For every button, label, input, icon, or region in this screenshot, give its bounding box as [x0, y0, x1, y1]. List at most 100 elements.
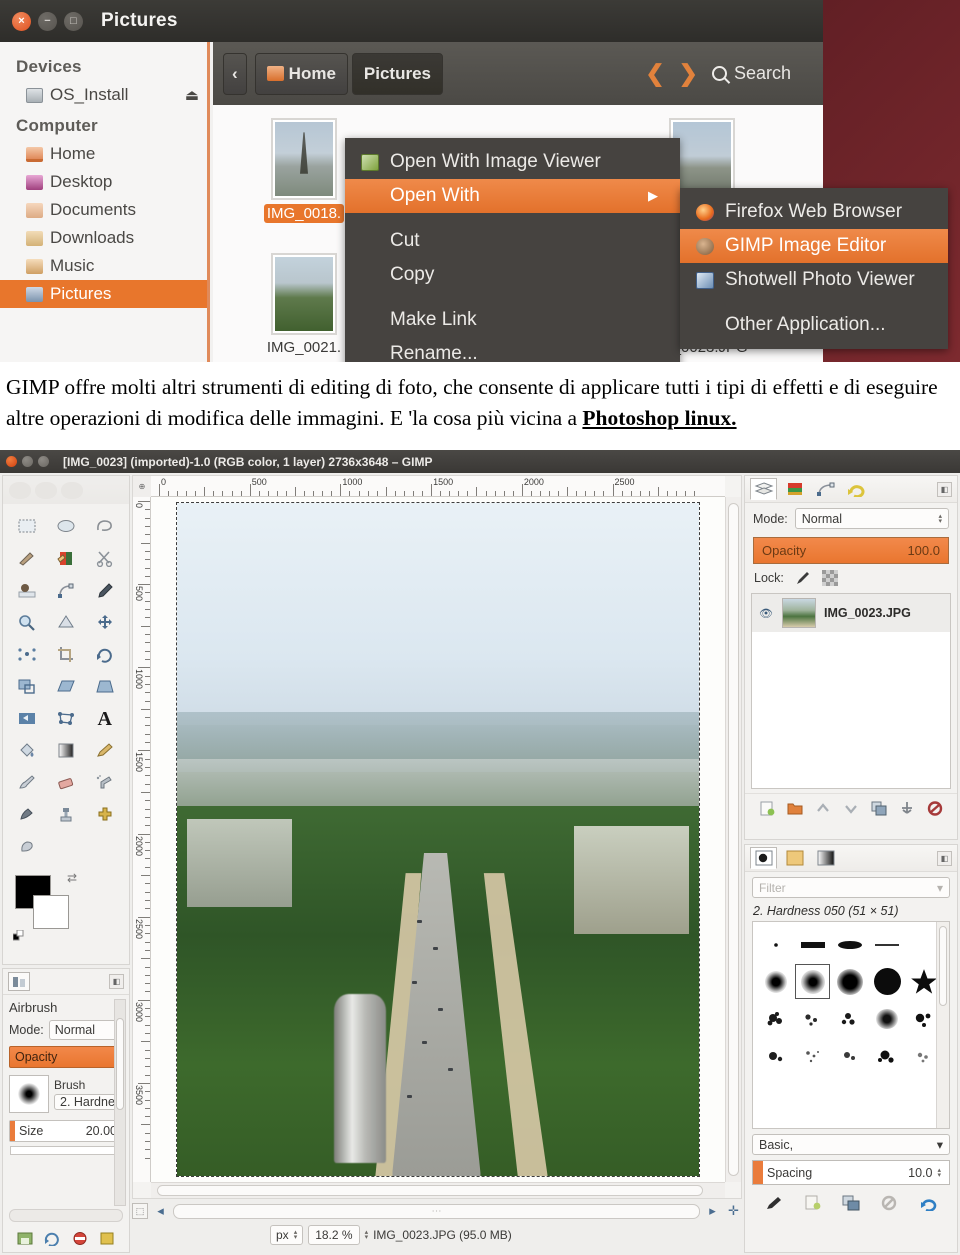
brush-grid[interactable] — [752, 921, 950, 1129]
duplicate-layer-icon[interactable] — [869, 799, 889, 817]
search-button[interactable]: Search — [711, 63, 791, 84]
brush-spacing-slider[interactable]: Spacing 10.0 ▴ ▾ — [752, 1160, 950, 1185]
select-by-color-icon[interactable] — [49, 545, 84, 572]
brushes-tab-icon[interactable] — [750, 847, 777, 869]
submenu-item-gimp[interactable]: GIMP Image Editor — [680, 229, 948, 263]
menu-item-rename[interactable]: Rename... — [345, 337, 680, 362]
shear-icon[interactable] — [49, 673, 84, 700]
dock-menu-icon[interactable]: ◧ — [937, 850, 952, 866]
forward-icon[interactable]: ❯ — [679, 60, 698, 87]
size-slider[interactable]: Size 20.00 — [9, 1120, 123, 1142]
brush-item[interactable] — [796, 1002, 829, 1035]
zoom-value[interactable]: 18.2 % — [308, 1225, 360, 1245]
brush-item[interactable] — [833, 1039, 866, 1072]
dock-menu-icon[interactable]: ◧ — [109, 974, 124, 989]
toolbox-tab-icon[interactable] — [9, 481, 31, 499]
brush-item[interactable] — [759, 1002, 792, 1035]
menu-item-open-with[interactable]: Open With ▶ — [345, 179, 680, 213]
lock-pixels-icon[interactable] — [795, 570, 811, 586]
color-picker-icon[interactable] — [87, 577, 122, 604]
new-layer-icon[interactable] — [757, 799, 777, 817]
layer-mode-select[interactable]: Normal ▴ ▾ — [794, 508, 949, 529]
brush-item[interactable] — [796, 928, 829, 961]
layers-tab-icon[interactable] — [750, 478, 777, 500]
refresh-brushes-icon[interactable] — [918, 1194, 938, 1212]
fuzzy-select-icon[interactable] — [10, 545, 45, 572]
zoom-icon[interactable] — [10, 609, 45, 636]
brush-item[interactable] — [871, 928, 904, 961]
menu-item-make-link[interactable]: Make Link — [345, 303, 680, 337]
gradient-icon[interactable] — [49, 737, 84, 764]
chevron-down-icon[interactable]: ▾ — [937, 881, 943, 895]
photoshop-linux-link[interactable]: Photoshop linux. — [582, 406, 736, 430]
tool-options-hscrollbar[interactable] — [9, 1209, 123, 1222]
move-icon[interactable] — [87, 609, 122, 636]
close-button[interactable] — [6, 456, 17, 467]
anchor-layer-icon[interactable] — [897, 799, 917, 817]
alignment-icon[interactable] — [10, 641, 45, 668]
sidebar-item-desktop[interactable]: Desktop — [0, 168, 207, 196]
mode-select[interactable]: Normal — [48, 1020, 123, 1040]
scale-icon[interactable] — [10, 673, 45, 700]
sidebar-item-home[interactable]: Home — [0, 140, 207, 168]
canvas-area[interactable] — [151, 497, 725, 1182]
brush-item[interactable] — [796, 1039, 829, 1072]
restore-tool-options-icon[interactable] — [41, 1228, 63, 1248]
paths-icon[interactable] — [49, 577, 84, 604]
vertical-ruler[interactable]: 0 500 1000 1500 2000 2500 3000 3500 — [133, 497, 151, 1182]
opacity-slider[interactable]: Opacity — [9, 1046, 123, 1068]
lock-alpha-icon[interactable] — [821, 570, 838, 586]
eject-icon[interactable]: ⏏ — [185, 86, 199, 104]
delete-tool-options-icon[interactable] — [69, 1228, 91, 1248]
window-controls[interactable]: × − □ — [12, 11, 83, 31]
sidebar-item-music[interactable]: Music — [0, 252, 207, 280]
scroll-left-icon[interactable]: ◂ — [152, 1203, 169, 1220]
patterns-tab-icon[interactable] — [781, 847, 808, 869]
back-icon[interactable]: ❮ — [645, 60, 664, 87]
airbrush-icon[interactable] — [87, 769, 122, 796]
perspective-icon[interactable] — [87, 673, 122, 700]
brush-item[interactable] — [871, 1039, 904, 1072]
file-item[interactable]: IMG_0018. — [263, 118, 345, 223]
heal-icon[interactable] — [87, 801, 122, 828]
menu-item-cut[interactable]: Cut — [345, 224, 680, 258]
tool-options-tab-icon[interactable] — [8, 972, 30, 991]
background-color-swatch[interactable] — [33, 895, 69, 929]
ink-icon[interactable] — [10, 801, 45, 828]
image-canvas[interactable] — [176, 502, 700, 1177]
minimize-button[interactable]: − — [38, 11, 57, 31]
ruler-origin-button[interactable]: ⊕ — [133, 476, 151, 497]
brush-preview-icon[interactable] — [9, 1075, 49, 1113]
clone-icon[interactable] — [49, 801, 84, 828]
save-tool-options-icon[interactable] — [14, 1228, 36, 1248]
brush-grid-scrollbar[interactable] — [936, 922, 949, 1128]
unit-selector[interactable]: px ▴ ▾ — [270, 1225, 304, 1245]
tool-options-scrollbar[interactable] — [114, 999, 126, 1206]
reset-colors-icon[interactable] — [12, 929, 25, 941]
status-scrollbar[interactable]: ⋯ — [173, 1203, 700, 1219]
brush-item[interactable] — [833, 1002, 866, 1035]
layer-opacity-slider[interactable]: Opacity 100.0 — [753, 537, 949, 564]
duplicate-brush-icon[interactable] — [841, 1194, 861, 1212]
eraser-icon[interactable] — [49, 769, 84, 796]
maximize-button[interactable] — [38, 456, 49, 467]
text-icon[interactable]: A — [87, 705, 122, 732]
menu-item-open-with-image-viewer[interactable]: Open With Image Viewer — [345, 145, 680, 179]
brush-select[interactable]: 2. Hardne — [54, 1094, 123, 1110]
cage-transform-icon[interactable] — [49, 705, 84, 732]
brush-item[interactable] — [833, 928, 866, 961]
sidebar-item-downloads[interactable]: Downloads — [0, 224, 207, 252]
chevron-down-icon[interactable]: ▾ — [937, 1137, 943, 1152]
crop-icon[interactable] — [49, 641, 84, 668]
channels-tab-icon[interactable] — [781, 478, 808, 500]
edit-brush-icon[interactable] — [764, 1194, 784, 1212]
canvas-horizontal-scrollbar[interactable] — [151, 1182, 725, 1198]
delete-layer-icon[interactable] — [925, 799, 945, 817]
breadcrumb-home[interactable]: Home — [254, 52, 348, 95]
brush-item[interactable] — [759, 965, 792, 998]
paintbrush-icon[interactable] — [10, 769, 45, 796]
foreground-select-icon[interactable] — [10, 577, 45, 604]
rotate-icon[interactable] — [87, 641, 122, 668]
dock-menu-icon[interactable]: ◧ — [937, 481, 952, 497]
raise-layer-icon[interactable] — [813, 799, 833, 817]
